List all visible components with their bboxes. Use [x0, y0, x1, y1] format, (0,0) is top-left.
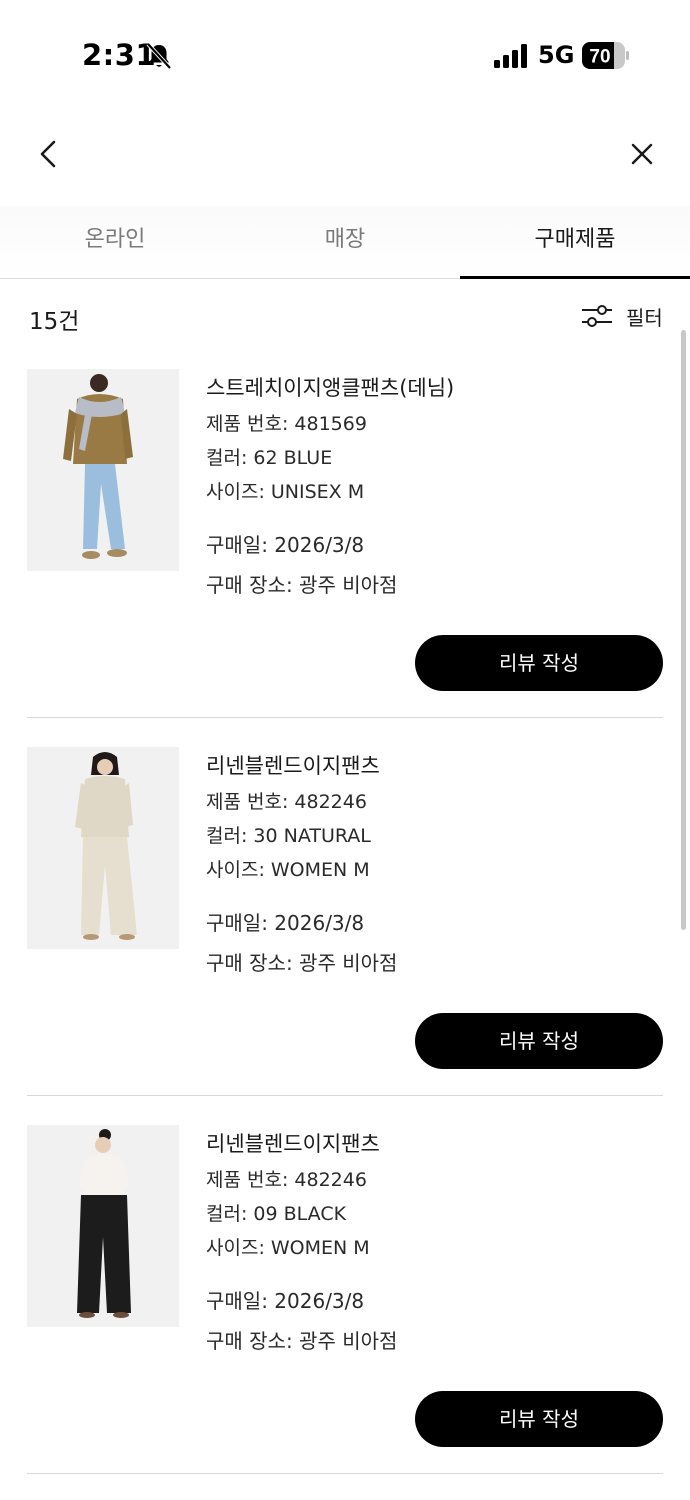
- tab-store[interactable]: 매장: [230, 206, 460, 278]
- product-color: 컬러: 62 BLUE: [206, 447, 333, 469]
- product-name[interactable]: 리넨블렌드이지팬츠: [206, 747, 656, 785]
- product-info: 스트레치이지앵클팬츠(데님) 제품 번호: 481569 컬러: 62 BLUE…: [206, 369, 656, 605]
- write-review-button[interactable]: 리뷰 작성: [415, 1391, 663, 1447]
- product-name[interactable]: 리넨블렌드이지팬츠: [206, 1125, 656, 1163]
- signal-icon: [494, 44, 527, 68]
- product-name[interactable]: 스트레치이지앵클팬츠(데님): [206, 369, 656, 407]
- battery-icon: 70: [582, 42, 629, 69]
- filter-label: 필터: [626, 305, 663, 330]
- tab-bar: 온라인 매장 구매제품: [0, 206, 690, 279]
- product-image[interactable]: [27, 369, 179, 571]
- filter-button[interactable]: 필터: [580, 300, 663, 332]
- product-info: 리넨블렌드이지팬츠 제품 번호: 482246 컬러: 09 BLACK 사이즈…: [206, 1125, 656, 1361]
- write-review-button[interactable]: 리뷰 작성: [415, 635, 663, 691]
- battery-level: 70: [589, 47, 610, 68]
- product-size: 사이즈: WOMEN M: [206, 1237, 370, 1259]
- product-color: 컬러: 30 NATURAL: [206, 825, 371, 847]
- product-color: 컬러: 09 BLACK: [206, 1203, 347, 1225]
- purchase-store: 구매 장소: 광주 비아점: [206, 573, 398, 597]
- product-number: 제품 번호: 482246: [206, 791, 367, 813]
- back-button[interactable]: [30, 134, 70, 174]
- list-item[interactable]: 리넨블렌드이지팬츠 제품 번호: 482246 컬러: 09 BLACK 사이즈…: [27, 1125, 663, 1500]
- product-number: 제품 번호: 481569: [206, 413, 367, 435]
- divider: [27, 717, 663, 718]
- purchase-store: 구매 장소: 광주 비아점: [206, 951, 398, 975]
- status-bar: 2:31 5G 70: [0, 0, 690, 110]
- result-count: 15건: [29, 309, 80, 335]
- purchase-store: 구매 장소: 광주 비아점: [206, 1329, 398, 1353]
- purchase-date: 구매일: 2026/3/8: [206, 1289, 365, 1313]
- product-number: 제품 번호: 482246: [206, 1169, 367, 1191]
- divider: [27, 1095, 663, 1096]
- tab-purchased[interactable]: 구매제품: [460, 206, 690, 279]
- sliders-icon: [582, 305, 612, 327]
- divider: [27, 1473, 663, 1474]
- list-item[interactable]: 리넨블렌드이지팬츠 제품 번호: 482246 컬러: 30 NATURAL 사…: [27, 747, 663, 1125]
- product-image[interactable]: [27, 1125, 179, 1327]
- product-size: 사이즈: WOMEN M: [206, 859, 370, 881]
- bell-slash-icon: [146, 42, 172, 70]
- product-size: 사이즈: UNISEX M: [206, 481, 365, 503]
- product-image[interactable]: [27, 747, 179, 949]
- network-label: 5G: [538, 41, 575, 69]
- close-button[interactable]: [622, 134, 662, 174]
- tab-online[interactable]: 온라인: [0, 206, 230, 278]
- purchase-date: 구매일: 2026/3/8: [206, 533, 365, 557]
- scrollbar[interactable]: [681, 330, 686, 930]
- write-review-button[interactable]: 리뷰 작성: [415, 1013, 663, 1069]
- list-item[interactable]: 스트레치이지앵클팬츠(데님) 제품 번호: 481569 컬러: 62 BLUE…: [27, 369, 663, 747]
- purchase-date: 구매일: 2026/3/8: [206, 911, 365, 935]
- product-info: 리넨블렌드이지팬츠 제품 번호: 482246 컬러: 30 NATURAL 사…: [206, 747, 656, 983]
